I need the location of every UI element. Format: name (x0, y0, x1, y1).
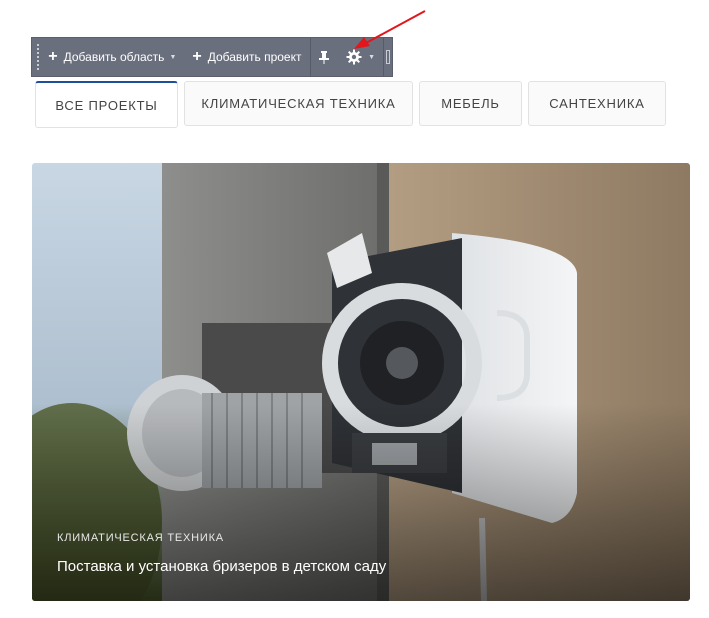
plus-icon: + (48, 48, 58, 65)
tab-furniture[interactable]: МЕБЕЛЬ (419, 81, 522, 126)
project-category: КЛИМАТИЧЕСКАЯ ТЕХНИКА (57, 532, 224, 544)
add-area-label: Добавить область (63, 50, 165, 64)
pin-button[interactable] (310, 38, 338, 76)
add-project-button[interactable]: + Добавить проект (184, 38, 309, 76)
chevron-down-icon: ▼ (169, 53, 177, 61)
annotation-arrow (354, 10, 426, 49)
add-project-label: Добавить проект (207, 50, 302, 64)
pin-icon (319, 51, 330, 64)
admin-toolbar: + Добавить область ▼ + Добавить проект ▼ (31, 37, 393, 77)
project-card[interactable]: КЛИМАТИЧЕСКАЯ ТЕХНИКА Поставка и установ… (32, 163, 690, 601)
tab-climate-equipment[interactable]: КЛИМАТИЧЕСКАЯ ТЕХНИКА (184, 81, 413, 126)
add-area-button[interactable]: + Добавить область ▼ (40, 38, 184, 76)
plus-icon: + (192, 48, 202, 65)
project-title[interactable]: Поставка и установка бризеров в детском … (57, 558, 386, 575)
chevron-down-icon: ▼ (368, 53, 376, 61)
tab-all-projects[interactable]: ВСЕ ПРОЕКТЫ (35, 81, 178, 128)
tab-plumbing[interactable]: САНТЕХНИКА (528, 81, 666, 126)
project-filter-tabs: ВСЕ ПРОЕКТЫ КЛИМАТИЧЕСКАЯ ТЕХНИКА МЕБЕЛЬ… (35, 81, 666, 128)
